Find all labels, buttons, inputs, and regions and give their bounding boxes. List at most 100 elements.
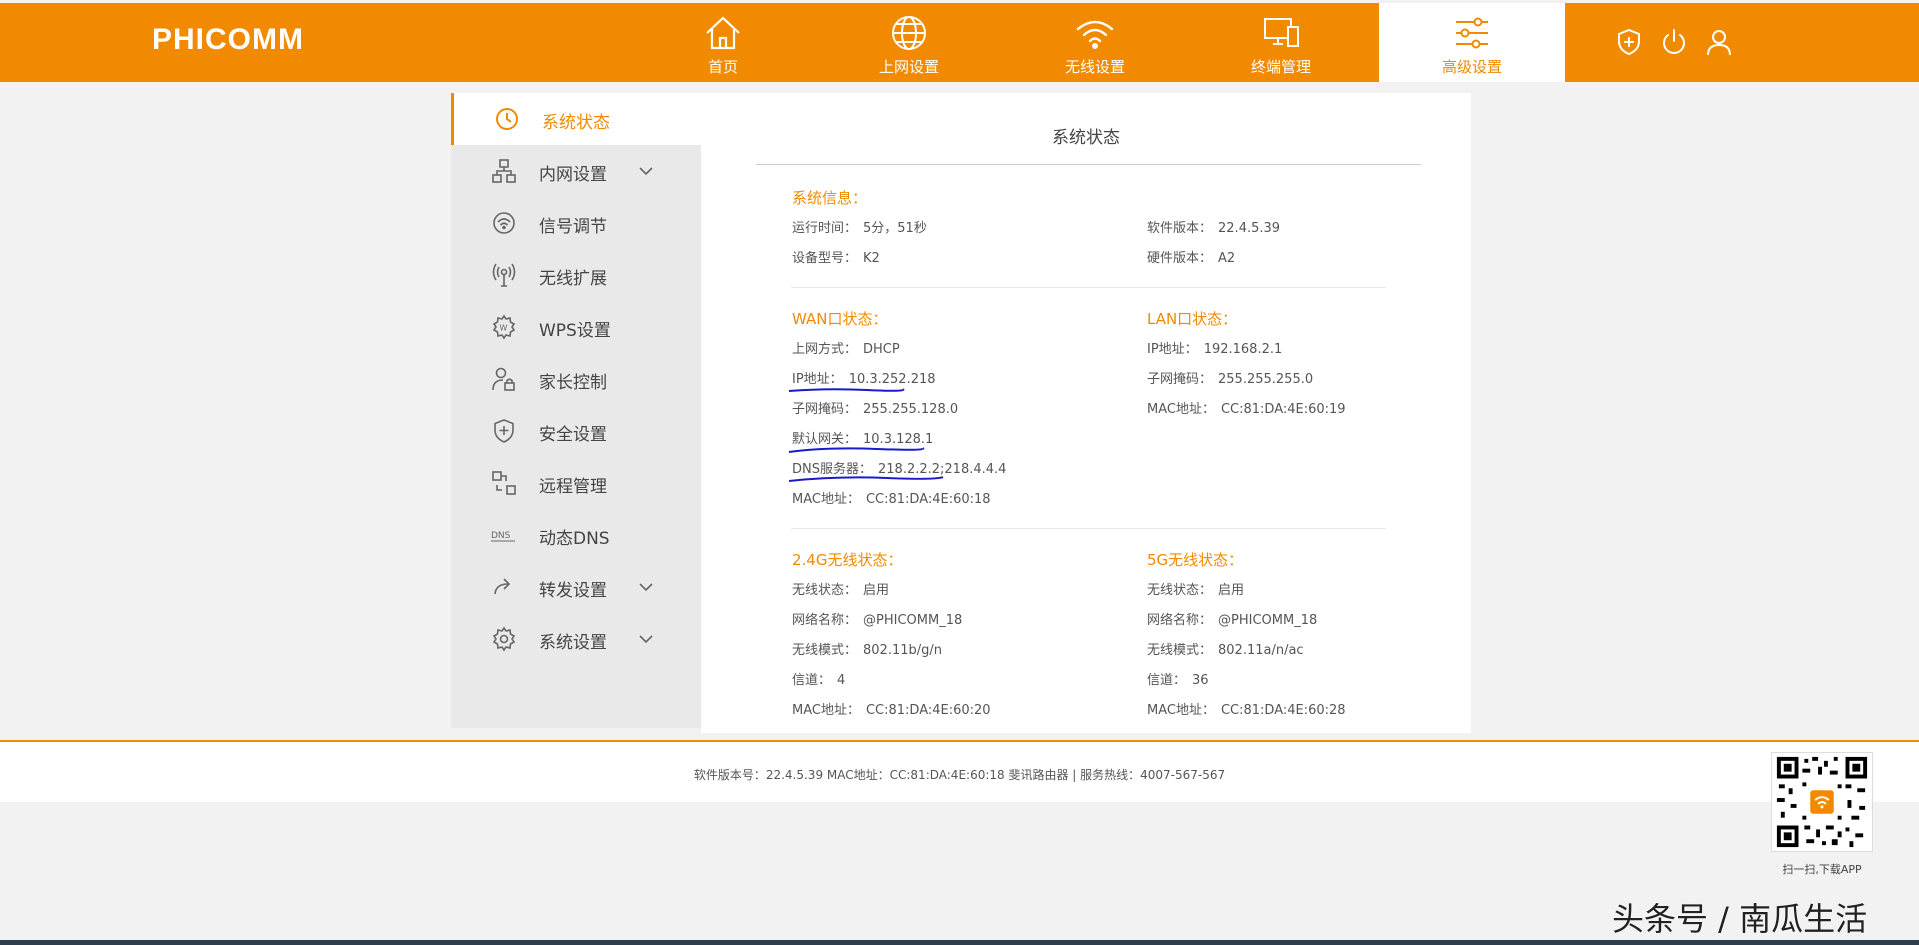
w5-channel-row: 信道： 36: [1147, 669, 1209, 688]
sidebar-item-label: 系统状态: [542, 113, 610, 133]
sidebar-item-lan-settings[interactable]: 内网设置: [451, 145, 701, 197]
nav-wireless-settings[interactable]: 无线设置: [1002, 3, 1188, 82]
forward-icon: [494, 578, 511, 595]
w24-channel-label: 信道：: [792, 673, 832, 688]
user-icon[interactable]: [1704, 27, 1734, 57]
nav-device-management[interactable]: 终端管理: [1188, 3, 1374, 82]
lan-status-title: LAN口状态：: [1147, 310, 1238, 328]
lan-mac-label: MAC地址：: [1147, 402, 1215, 417]
section-divider: [791, 528, 1386, 529]
nav-internet-settings[interactable]: 上网设置: [816, 3, 1002, 82]
footer: 软件版本号：22.4.5.39 MAC地址：CC:81:DA:4E:60:18 …: [0, 740, 1919, 802]
software-version-value: 22.4.5.39: [1218, 221, 1281, 236]
w5-mode-value: 802.11a/n/ac: [1218, 643, 1304, 658]
model-label: 设备型号：: [792, 251, 858, 266]
shield-plus-icon[interactable]: [1614, 27, 1644, 57]
sidebar-item-wps-settings[interactable]: W WPS设置: [451, 301, 701, 353]
sidebar-item-label: 远程管理: [539, 477, 607, 497]
wan-mask-label: 子网掩码：: [792, 402, 858, 417]
sidebar-item-label: WPS设置: [539, 321, 611, 341]
app-qr-code: [1771, 752, 1873, 852]
lan-ip-value: 192.168.2.1: [1203, 342, 1283, 357]
w5-ssid-label: 网络名称：: [1147, 613, 1213, 628]
model-value: K2: [863, 251, 880, 266]
top-header: PHICOMM 首页 上网设置 无线设置 终端管理 高级设置: [0, 3, 1919, 82]
watermark: 头条号 / 南瓜生活: [1612, 900, 1868, 938]
software-version-row: 软件版本： 22.4.5.39: [1147, 217, 1280, 236]
nav-advanced-settings[interactable]: 高级设置: [1379, 3, 1565, 82]
w5-mac-row: MAC地址： CC:81:DA:4E:60:28: [1147, 699, 1346, 718]
sidebar-item-system-status[interactable]: 系统状态: [451, 93, 701, 145]
lan-ip-row: IP地址： 192.168.2.1: [1147, 338, 1282, 357]
annotation-underline: [788, 447, 925, 453]
uptime-row: 运行时间： 5分，51秒: [792, 217, 927, 236]
sidebar-item-wireless-extend[interactable]: 无线扩展: [451, 249, 701, 301]
lan-ip-label: IP地址：: [1147, 342, 1198, 357]
model-row: 设备型号： K2: [792, 247, 880, 266]
chevron-down-icon: [639, 583, 653, 592]
w5-channel-label: 信道：: [1147, 673, 1187, 688]
w24-state-value: 启用: [863, 583, 890, 598]
clock-icon: [496, 108, 518, 130]
w24-ssid-row: 网络名称： @PHICOMM_18: [792, 609, 962, 628]
sidebar-item-parental-control[interactable]: 家长控制: [451, 353, 701, 405]
parent-lock-icon: [492, 367, 515, 391]
wan-mask-row: 子网掩码： 255.255.128.0: [792, 398, 958, 417]
globe-icon: [892, 16, 926, 50]
lan-mask-row: 子网掩码： 255.255.255.0: [1147, 368, 1313, 387]
sidebar-item-system-settings[interactable]: 系统设置: [451, 613, 701, 665]
hardware-version-row: 硬件版本： A2: [1147, 247, 1235, 266]
nav-home[interactable]: 首页: [630, 3, 816, 82]
svg-text:W: W: [500, 324, 508, 333]
sidebar-item-ddns[interactable]: DNS 动态DNS: [451, 509, 701, 561]
sidebar-item-security-settings[interactable]: 安全设置: [451, 405, 701, 457]
wan-mode-row: 上网方式： DHCP: [792, 338, 900, 357]
gear-icon: [492, 626, 516, 652]
wireless-5g-title: 5G无线状态：: [1147, 551, 1244, 569]
w24-mode-label: 无线模式：: [792, 643, 858, 658]
qr-caption: 扫一扫,下载APP: [1782, 863, 1862, 876]
chevron-down-icon: [639, 167, 653, 176]
w5-mode-row: 无线模式： 802.11a/n/ac: [1147, 639, 1304, 658]
annotation-underline: [788, 476, 944, 482]
wan-status-title: WAN口状态：: [792, 310, 888, 328]
sidebar-item-signal-adjust[interactable]: 信号调节: [451, 197, 701, 249]
w24-mac-label: MAC地址：: [792, 703, 860, 718]
software-version-label: 软件版本：: [1147, 221, 1213, 236]
dns-icon: DNS: [491, 531, 515, 542]
wan-mac-label: MAC地址：: [792, 492, 860, 507]
w24-mac-value: CC:81:DA:4E:60:20: [865, 703, 991, 718]
wan-mode-label: 上网方式：: [792, 342, 858, 357]
sidebar-item-remote-management[interactable]: 远程管理: [451, 457, 701, 509]
wan-mode-value: DHCP: [863, 342, 900, 357]
network-icon: [492, 159, 516, 183]
hardware-version-value: A2: [1218, 251, 1236, 266]
w24-mac-row: MAC地址： CC:81:DA:4E:60:20: [792, 699, 991, 718]
w5-mode-label: 无线模式：: [1147, 643, 1213, 658]
chevron-down-icon: [639, 635, 653, 644]
title-divider: [756, 164, 1421, 165]
wifi-icon: [1076, 20, 1114, 50]
lan-mac-value: CC:81:DA:4E:60:19: [1220, 402, 1346, 417]
status-panel: 系统状态 系统信息： 运行时间： 5分，51秒 设备型号： K2 软件版本： 22.4…: [701, 93, 1471, 733]
w5-state-label: 无线状态：: [1147, 583, 1213, 598]
power-icon[interactable]: [1659, 27, 1689, 57]
wan-mask-value: 255.255.128.0: [863, 402, 959, 417]
system-info-title: 系统信息：: [792, 189, 868, 207]
shield-plus-icon: [494, 419, 514, 443]
sidebar: 系统状态 内网设置 信号调节 无线扩展 W WPS设置 家长控制 安全设置 远程…: [451, 93, 701, 728]
lan-mac-row: MAC地址： CC:81:DA:4E:60:19: [1147, 398, 1346, 417]
nav-home-label: 首页: [707, 58, 738, 76]
sidebar-item-label: 转发设置: [539, 581, 607, 601]
w5-channel-value: 36: [1192, 673, 1209, 688]
footer-info: 软件版本号：22.4.5.39 MAC地址：CC:81:DA:4E:60:18 …: [693, 768, 1226, 782]
nav-wireless-settings-label: 无线设置: [1064, 58, 1125, 76]
w24-mode-value: 802.11b/g/n: [863, 643, 943, 658]
nav-advanced-settings-label: 高级设置: [1441, 58, 1502, 76]
lan-mask-label: 子网掩码：: [1147, 372, 1213, 387]
wan-mac-value: CC:81:DA:4E:60:18: [865, 492, 991, 507]
sidebar-item-label: 无线扩展: [539, 269, 607, 289]
sidebar-item-label: 安全设置: [539, 425, 607, 445]
w5-mac-value: CC:81:DA:4E:60:28: [1220, 703, 1346, 718]
sidebar-item-forwarding[interactable]: 转发设置: [451, 561, 701, 613]
